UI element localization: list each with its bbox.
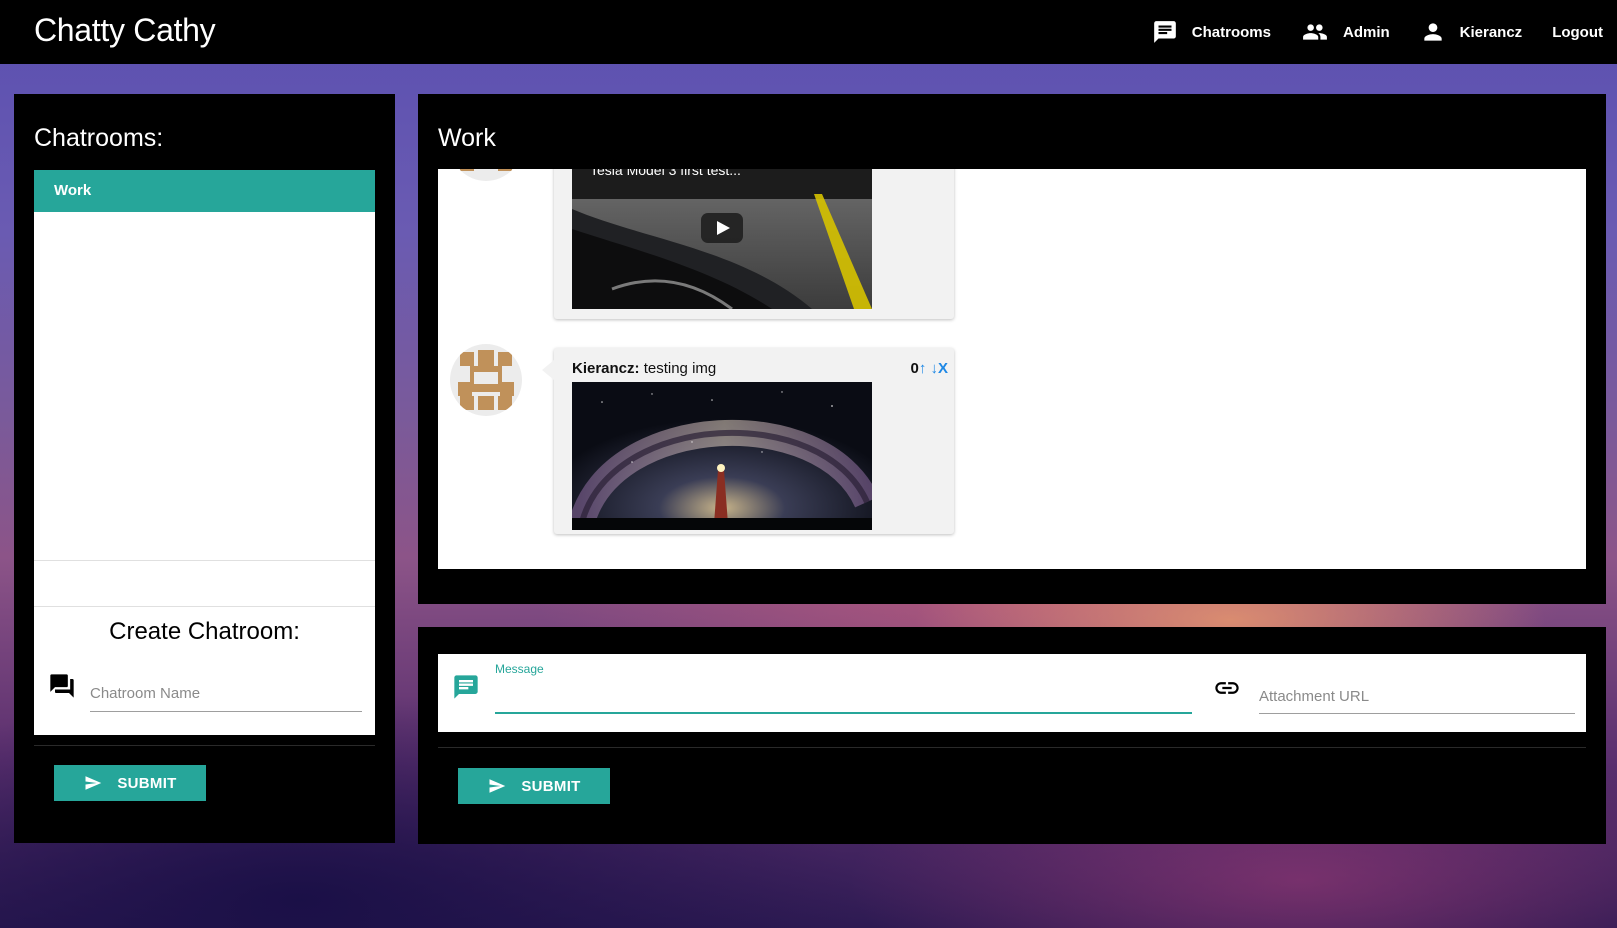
top-navbar: Chatty Cathy Chatrooms Admin Kierancz Lo…: [0, 0, 1617, 64]
nav-chatrooms-label: Chatrooms: [1191, 23, 1271, 41]
link-icon: [1215, 682, 1239, 694]
create-chatroom-title: Create Chatroom:: [109, 618, 300, 645]
video-thumbnail[interactable]: Tesla Model 3 first test...: [572, 169, 872, 309]
divider: [34, 606, 375, 607]
create-chatroom-submit-button[interactable]: SUBMIT: [54, 765, 206, 801]
divider: [34, 560, 375, 561]
nav-chatrooms[interactable]: Chatrooms: [1152, 19, 1271, 45]
message-input[interactable]: [495, 680, 1192, 714]
people-icon: [1303, 24, 1327, 40]
person-icon: [1423, 23, 1442, 41]
forum-icon: [50, 674, 74, 698]
chatrooms-panel: Chatrooms: Work Create Chatroom: SUBMIT: [14, 94, 395, 843]
message-bubble: Kierancz: testing img 0↑ ↓X: [542, 348, 954, 534]
chat-icon: [1153, 21, 1176, 43]
upvote-icon[interactable]: ↑: [919, 360, 927, 377]
submit-label: SUBMIT: [521, 777, 581, 795]
composer-card: Message: [438, 654, 1586, 732]
delete-icon[interactable]: X: [938, 360, 948, 377]
message-item: Kierancz: testing img 0↑ ↓X: [438, 344, 958, 534]
nav-menu: Chatrooms Admin Kierancz Logout: [1152, 0, 1617, 64]
chatroom-title: Work: [438, 124, 496, 152]
attachment-url-input[interactable]: [1259, 680, 1575, 714]
message-item: Tesla Model 3 first test...: [438, 169, 958, 327]
video-title: Tesla Model 3 first test...: [590, 169, 741, 178]
avatar: [450, 169, 522, 181]
chatroom-item-work[interactable]: Work: [34, 170, 375, 212]
divider: [438, 747, 1586, 748]
message-bubble: Tesla Model 3 first test...: [554, 169, 954, 319]
chatroom-name-input[interactable]: [90, 676, 362, 712]
send-icon: [85, 776, 102, 790]
message-text: testing img: [643, 360, 717, 377]
create-chatroom-card: Create Chatroom:: [34, 560, 375, 735]
message-icon: [454, 675, 478, 699]
nav-admin[interactable]: Admin: [1301, 19, 1390, 45]
vote-count: 0: [910, 360, 919, 377]
avatar: [450, 344, 522, 416]
message-list[interactable]: Tesla Model 3 first test... Kierancz: te…: [438, 169, 1586, 569]
send-icon: [489, 779, 506, 793]
chatroom-list: Work: [34, 170, 375, 560]
brand-title[interactable]: Chatty Cathy: [34, 12, 216, 49]
downvote-icon[interactable]: ↓: [930, 360, 938, 377]
nav-profile[interactable]: Kierancz: [1420, 19, 1523, 45]
chatrooms-title: Chatrooms:: [34, 124, 164, 152]
message-author: Kierancz:: [572, 360, 640, 377]
send-message-button[interactable]: SUBMIT: [458, 768, 610, 804]
image-attachment[interactable]: [572, 382, 872, 530]
nav-logout-label: Logout: [1552, 23, 1603, 41]
composer-panel: Message SUBMIT: [418, 627, 1606, 844]
chatroom-panel: Work Tesla Model 3 first test... Kieranc…: [418, 94, 1606, 604]
message-label: Message: [495, 662, 544, 676]
message-header: Kierancz: testing img: [572, 360, 716, 377]
submit-label: SUBMIT: [117, 774, 177, 792]
nav-profile-label: Kierancz: [1459, 23, 1523, 41]
vote-controls: 0↑ ↓X: [910, 360, 948, 377]
nav-logout[interactable]: Logout: [1552, 24, 1603, 41]
nav-admin-label: Admin: [1342, 23, 1390, 41]
divider: [34, 745, 375, 746]
